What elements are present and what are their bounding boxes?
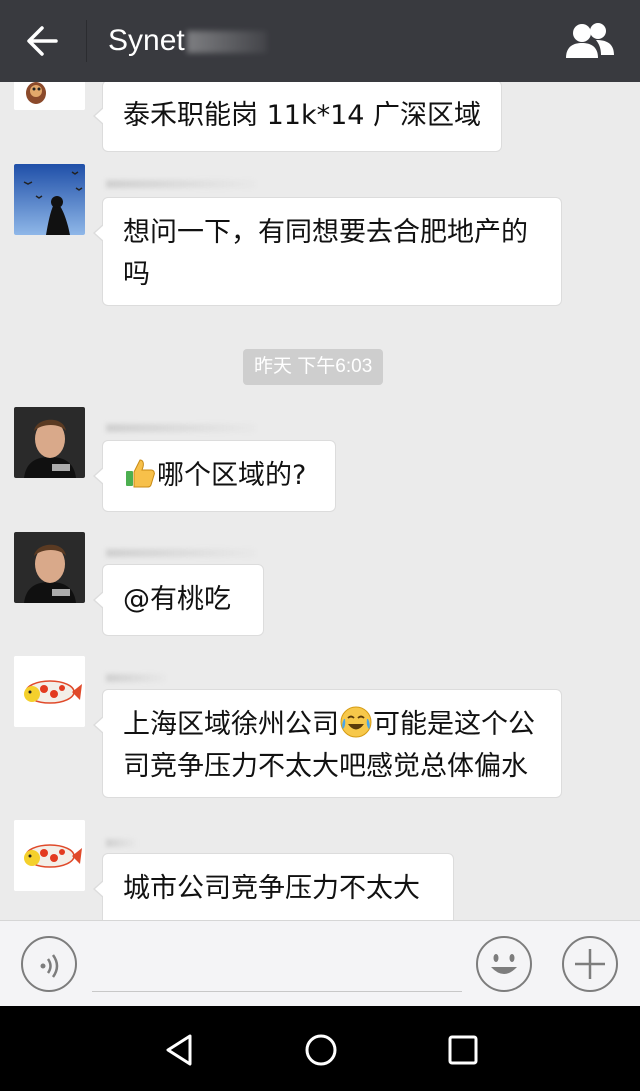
message-bubble[interactable]: @有桃吃 [93, 564, 264, 636]
arrow-left-icon [27, 26, 58, 56]
voice-button[interactable] [20, 935, 78, 993]
avatar[interactable] [14, 164, 85, 235]
emoji-button[interactable] [475, 935, 533, 993]
header-divider [86, 20, 87, 62]
group-info-button[interactable] [560, 18, 620, 64]
koi-fish-avatar-image [14, 820, 85, 891]
top-bar: Synet [0, 0, 640, 82]
title-redaction [186, 31, 267, 54]
message-input[interactable] [92, 991, 462, 992]
sender-name-redacted [106, 424, 256, 432]
plus-icon [562, 936, 618, 992]
triangle-back-icon [166, 1034, 192, 1066]
nav-back-button[interactable] [158, 1028, 202, 1072]
sender-name-redacted [106, 839, 136, 847]
message-bubble[interactable]: 上海区域徐州公司 可能是这个公司竞争压力不太大吧感觉总体偏水 [93, 689, 562, 798]
nav-home-button[interactable] [299, 1028, 343, 1072]
man-portrait-avatar-image [14, 532, 85, 603]
message-bubble[interactable]: 城市公司竞争压力不太大 [93, 853, 454, 920]
avatar[interactable] [14, 82, 85, 110]
smiley-icon [476, 936, 532, 992]
message-bubble[interactable]: 泰禾职能岗 11k*14 广深区域 [93, 82, 502, 152]
message-bubble[interactable]: 哪个区域的? [93, 440, 336, 512]
birds-sky-avatar-image [14, 164, 85, 235]
chat-title-text: Synet [108, 24, 185, 57]
sender-name-redacted [106, 549, 256, 557]
nav-recents-button[interactable] [441, 1028, 485, 1072]
message-text: 城市公司竞争压力不太大 [123, 873, 420, 904]
avatar[interactable] [14, 820, 85, 891]
crying-laughing-emoji [339, 705, 373, 739]
message-text: 上海区域徐州公司 [123, 709, 339, 740]
message-bubble[interactable]: 想问一下，有同想要去合肥地产的吗 [93, 197, 562, 306]
avatar[interactable] [14, 532, 85, 603]
square-recents-icon [448, 1035, 478, 1065]
sender-name-redacted [106, 674, 166, 682]
message-text: @有桃吃 [123, 584, 231, 615]
input-bar [0, 920, 640, 1006]
message-text: 泰禾职能岗 11k*14 广深区域 [123, 100, 482, 131]
system-nav-bar [0, 1006, 640, 1091]
circle-home-icon [305, 1034, 337, 1066]
chat-title: Synet [108, 20, 267, 62]
group-people-icon [566, 23, 614, 58]
koi-fish-avatar-image [14, 656, 85, 727]
message-text: 想问一下，有同想要去合肥地产的吗 [123, 217, 528, 290]
more-button[interactable] [561, 935, 619, 993]
thumbs-up-emoji [123, 456, 157, 490]
man-portrait-avatar-image [14, 407, 85, 478]
avatar[interactable] [14, 407, 85, 478]
timestamp-chip: 昨天 下午6:03 [243, 349, 384, 385]
chat-area[interactable]: 泰禾职能岗 11k*14 广深区域 想问一下，有同想要去合肥地产的吗 昨天 下午… [0, 82, 640, 920]
sender-name-redacted [106, 180, 256, 188]
message-text: 哪个区域的? [157, 460, 307, 491]
cartoon-avatar-image [14, 82, 85, 110]
avatar[interactable] [14, 656, 85, 727]
voice-icon [21, 936, 77, 992]
back-button[interactable] [18, 16, 68, 66]
